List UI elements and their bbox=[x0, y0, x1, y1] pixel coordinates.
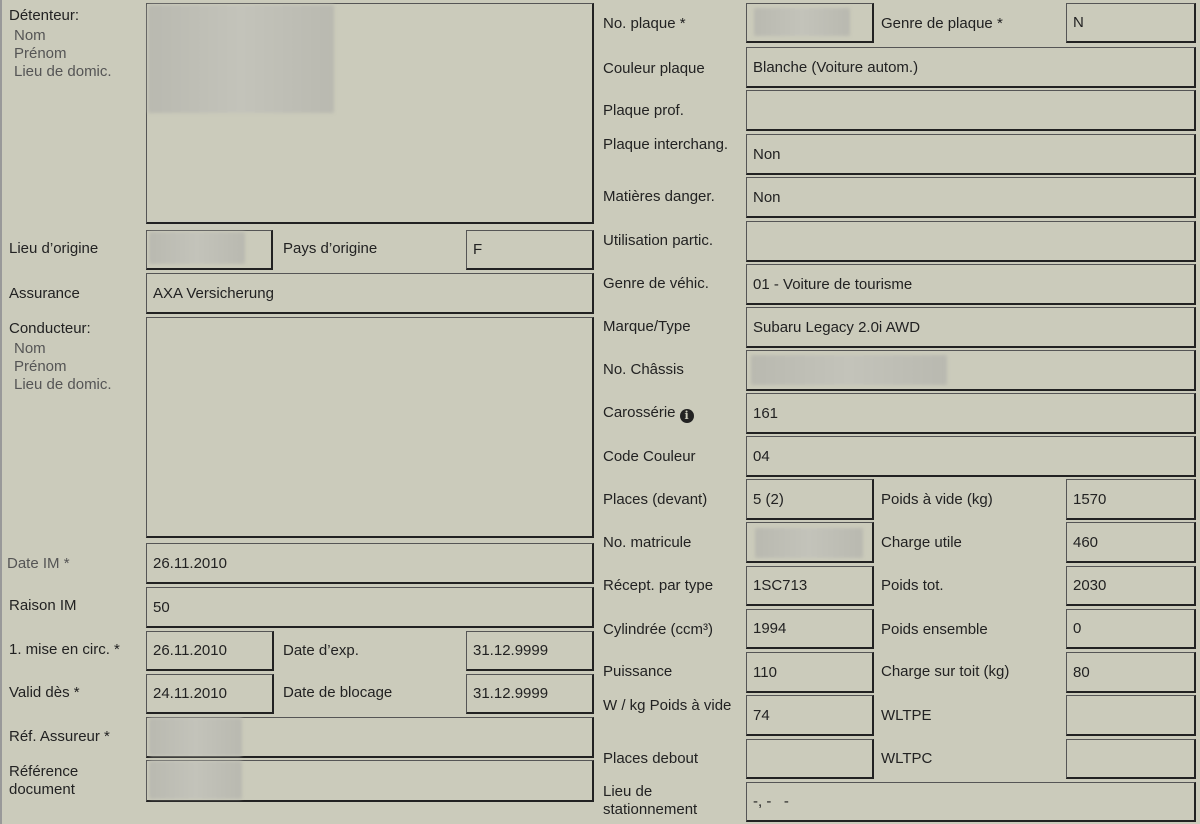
plate-color-field[interactable]: Blanche (Voiture autom.) bbox=[746, 47, 1196, 88]
date-exp-field[interactable]: 31.12.9999 bbox=[466, 631, 594, 671]
usage-field[interactable] bbox=[746, 221, 1196, 262]
color-code-label: Code Couleur bbox=[603, 448, 696, 465]
combo-weight-label: Poids ensemble bbox=[881, 621, 988, 638]
color-code-field[interactable]: 04 bbox=[746, 436, 1196, 477]
origin-label: Lieu d’origine bbox=[9, 240, 99, 257]
vehicle-kind-label: Genre de véhic. bbox=[603, 275, 709, 292]
wltpc-label: WLTPC bbox=[881, 750, 933, 767]
dangerous-field[interactable]: Non bbox=[746, 177, 1196, 218]
power-field[interactable]: 110 bbox=[746, 652, 874, 693]
wltpc-field[interactable] bbox=[1066, 739, 1196, 779]
chassis-label: No. Châssis bbox=[603, 361, 684, 378]
standing-field[interactable] bbox=[746, 739, 874, 779]
combo-weight-field[interactable]: 0 bbox=[1066, 609, 1196, 649]
plate-color-label: Couleur plaque bbox=[603, 60, 705, 77]
chassis-redacted bbox=[751, 355, 947, 385]
roof-load-label: Charge sur toit (kg) bbox=[881, 663, 1010, 680]
usage-label: Utilisation partic. bbox=[603, 232, 714, 249]
vehicle-registration-form: Détenteur: Nom Prénom Lieu de domic. Lie… bbox=[0, 0, 1200, 824]
body-label: Carossérie i bbox=[603, 404, 694, 423]
holder-label: Détenteur: bbox=[9, 7, 80, 24]
vehicle-kind-field[interactable]: 01 - Voiture de tourisme bbox=[746, 264, 1196, 305]
make-label: Marque/Type bbox=[603, 318, 691, 335]
make-field[interactable]: Subaru Legacy 2.0i AWD bbox=[746, 307, 1196, 348]
displacement-label: Cylindrée (ccm³) bbox=[603, 621, 714, 638]
matricule-redacted bbox=[755, 528, 863, 558]
matricule-label: No. matricule bbox=[603, 534, 692, 551]
plate-interchange-label: Plaque interchang. bbox=[603, 136, 729, 153]
total-weight-label: Poids tot. bbox=[881, 577, 944, 594]
seats-label: Places (devant) bbox=[603, 491, 708, 508]
info-circle-icon[interactable]: i bbox=[679, 409, 694, 423]
driver-sub-domicile: Lieu de domic. bbox=[14, 376, 112, 393]
country-origin-label: Pays d’origine bbox=[283, 240, 378, 257]
date-blocage-field[interactable]: 31.12.9999 bbox=[466, 674, 594, 714]
dangerous-label: Matières danger. bbox=[603, 188, 715, 205]
plate-prof-field[interactable] bbox=[746, 90, 1196, 131]
body-field[interactable]: 161 bbox=[746, 393, 1196, 434]
date-im-field[interactable]: 26.11.2010 bbox=[146, 543, 594, 584]
plate-no-label: No. plaque * bbox=[603, 15, 686, 32]
insurance-field[interactable]: AXA Versicherung bbox=[146, 273, 594, 314]
w-per-kg-label: W / kg Poids à vide bbox=[603, 697, 732, 714]
driver-label: Conducteur: bbox=[9, 320, 91, 337]
roof-load-field[interactable]: 80 bbox=[1066, 652, 1196, 693]
holder-redacted bbox=[148, 5, 334, 113]
ref-document-label: Référence document bbox=[9, 763, 79, 798]
power-label: Puissance bbox=[603, 663, 673, 680]
plate-interchange-field[interactable]: Non bbox=[746, 134, 1196, 175]
raison-im-field[interactable]: 50 bbox=[146, 587, 594, 628]
first-circ-label: 1. mise en circ. * bbox=[9, 641, 120, 658]
ref-assureur-label: Réf. Assureur * bbox=[9, 728, 110, 745]
country-origin-field[interactable]: F bbox=[466, 230, 594, 270]
holder-sub-name: Nom bbox=[14, 27, 46, 44]
seats-field[interactable]: 5 (2) bbox=[746, 479, 874, 520]
plate-prof-label: Plaque prof. bbox=[603, 102, 684, 119]
valid-des-label: Valid dès * bbox=[9, 684, 80, 701]
insurance-label: Assurance bbox=[9, 285, 80, 302]
holder-sub-firstname: Prénom bbox=[14, 45, 67, 62]
origin-redacted bbox=[149, 232, 245, 264]
driver-sub-name: Nom bbox=[14, 340, 46, 357]
total-weight-field[interactable]: 2030 bbox=[1066, 566, 1196, 606]
date-exp-label: Date d’exp. bbox=[283, 642, 359, 659]
w-per-kg-field[interactable]: 74 bbox=[746, 695, 874, 736]
raison-im-label: Raison IM bbox=[9, 597, 77, 614]
parking-field[interactable]: -, - - bbox=[746, 782, 1196, 822]
driver-sub-firstname: Prénom bbox=[14, 358, 67, 375]
type-approval-field[interactable]: 1SC713 bbox=[746, 566, 874, 606]
valid-des-field[interactable]: 24.11.2010 bbox=[146, 674, 274, 714]
payload-label: Charge utile bbox=[881, 534, 962, 551]
parking-label: Lieu de stationnement bbox=[603, 783, 698, 818]
date-im-label: Date IM * bbox=[7, 555, 70, 572]
first-circ-field[interactable]: 26.11.2010 bbox=[146, 631, 274, 671]
plate-kind-label: Genre de plaque * bbox=[881, 15, 1003, 32]
driver-field[interactable] bbox=[146, 317, 594, 538]
date-blocage-label: Date de blocage bbox=[283, 684, 393, 701]
type-approval-label: Récept. par type bbox=[603, 577, 714, 594]
ref-document-redacted bbox=[149, 761, 242, 799]
displacement-field[interactable]: 1994 bbox=[746, 609, 874, 649]
standing-label: Places debout bbox=[603, 750, 699, 767]
wltpe-label: WLTPE bbox=[881, 707, 932, 724]
ref-assureur-redacted bbox=[149, 718, 242, 756]
payload-field[interactable]: 460 bbox=[1066, 522, 1196, 563]
wltpe-field[interactable] bbox=[1066, 695, 1196, 736]
empty-weight-field[interactable]: 1570 bbox=[1066, 479, 1196, 520]
empty-weight-label: Poids à vide (kg) bbox=[881, 491, 993, 508]
holder-sub-domicile: Lieu de domic. bbox=[14, 63, 112, 80]
plate-kind-field[interactable]: N bbox=[1066, 3, 1196, 43]
plate-no-redacted bbox=[754, 8, 850, 36]
